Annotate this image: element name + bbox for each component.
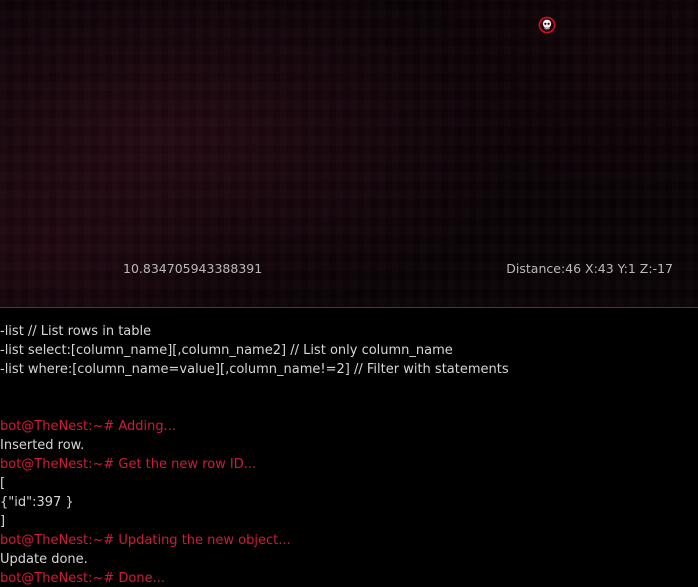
console-output-line: -list select:[column_name][,column_name2… xyxy=(0,343,453,358)
console-output-line: [ xyxy=(0,476,6,491)
console-prompt-line: bot@TheNest:~# Updating the new object..… xyxy=(0,533,291,548)
console-prompt-line: bot@TheNest:~# Get the new row ID... xyxy=(0,457,257,472)
hud-value-readout: 10.834705943388391 xyxy=(123,261,263,276)
console-output-line: -list where:[column_name=value][,column_… xyxy=(0,362,509,377)
console-output-line: Inserted row. xyxy=(0,438,85,453)
console-output-line: {"id":397 } xyxy=(0,495,74,510)
game-viewport[interactable]: 10.834705943388391 Distance:46 X:43 Y:1 … xyxy=(0,0,698,307)
viewport-console-divider xyxy=(0,307,698,308)
hud-coordinates-readout: Distance:46 X:43 Y:1 Z:-17 xyxy=(506,261,673,276)
console-prompt-line: bot@TheNest:~# Adding... xyxy=(0,419,177,434)
skull-marker-icon[interactable] xyxy=(538,16,556,34)
console-prompt-line: bot@TheNest:~# Done... xyxy=(0,571,165,586)
console-output-line: Update done. xyxy=(0,552,88,567)
console-output-line: ] xyxy=(0,514,6,529)
console-output-line: -list // List rows in table xyxy=(0,324,152,339)
console-output: -list // List rows in table -list select:… xyxy=(0,322,698,587)
